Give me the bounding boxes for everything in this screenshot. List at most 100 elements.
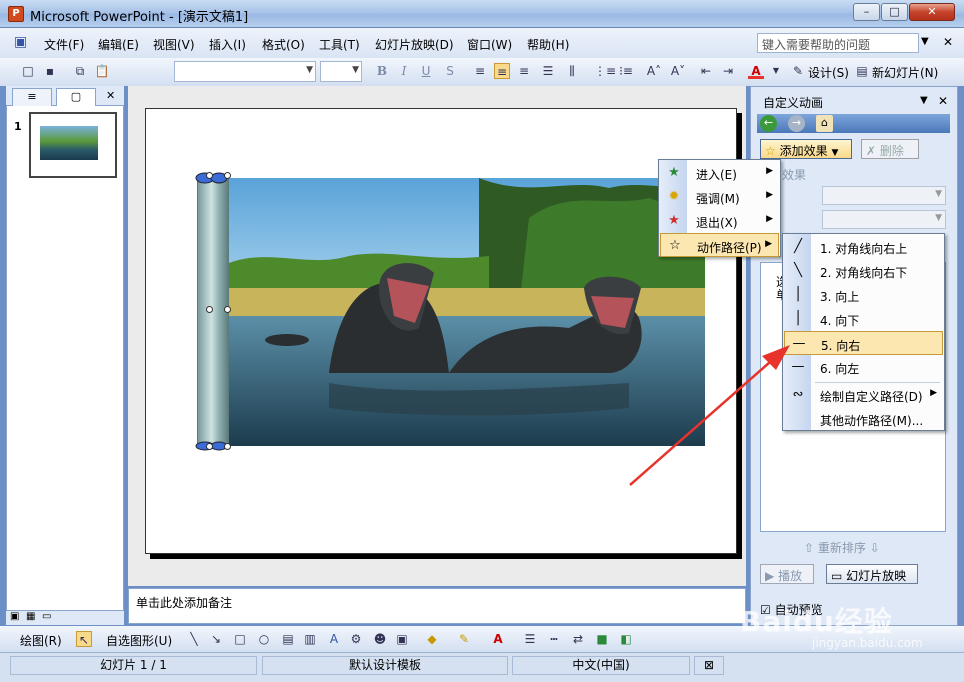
draw-menu-button[interactable]: 绘图(R) xyxy=(20,632,62,649)
clipart-icon[interactable]: ☻ xyxy=(372,631,388,647)
textbox-icon[interactable]: ▤ xyxy=(280,631,296,647)
menu-item-more-paths[interactable]: 其他动作路径(M)... xyxy=(784,407,943,431)
design-button[interactable]: 设计(S) xyxy=(808,64,849,81)
vertical-textbox-icon[interactable]: ▥ xyxy=(302,631,318,647)
help-search-input[interactable]: 键入需要帮助的问题 xyxy=(757,33,919,53)
selection-handle[interactable] xyxy=(224,306,231,313)
menu-view[interactable]: 视图(V) xyxy=(153,36,195,53)
line-color-icon[interactable]: ✎ xyxy=(456,631,472,647)
chevron-down-icon[interactable]: ▼ xyxy=(920,95,928,106)
autoshapes-button[interactable]: 自选图形(U) xyxy=(106,632,172,649)
increase-indent-icon[interactable]: ⇥ xyxy=(720,63,736,79)
menu-item-right[interactable]: — 5. 向右 xyxy=(784,331,943,355)
selection-handle[interactable] xyxy=(206,306,213,313)
3d-style-icon[interactable]: ◧ xyxy=(618,631,634,647)
menu-help[interactable]: 帮助(H) xyxy=(527,36,569,53)
close-button[interactable]: ✕ xyxy=(909,3,955,21)
menu-item-left[interactable]: — 6. 向左 xyxy=(784,355,943,379)
select-cursor-icon[interactable]: ↖ xyxy=(76,631,92,647)
fill-color-icon[interactable]: ◆ xyxy=(424,631,440,647)
tab-outline[interactable]: ≡ xyxy=(12,88,52,106)
align-right-icon[interactable]: ≡ xyxy=(516,63,532,79)
distribute-icon[interactable]: ⫼ xyxy=(564,63,580,79)
align-center-icon[interactable]: ≡ xyxy=(494,63,510,79)
chevron-down-icon[interactable]: ▼ xyxy=(768,63,784,79)
slide-thumbnail[interactable] xyxy=(29,112,117,178)
slideshow-button[interactable]: ▭ 幻灯片放映 xyxy=(826,564,918,584)
arrow-style-icon[interactable]: ⇄ xyxy=(570,631,586,647)
menu-insert[interactable]: 插入(I) xyxy=(209,36,246,53)
selection-handle[interactable] xyxy=(206,443,213,450)
home-icon[interactable]: ⌂ xyxy=(816,115,833,132)
font-color-button[interactable]: A xyxy=(748,63,764,79)
close-icon[interactable]: ✕ xyxy=(106,89,115,102)
close-icon[interactable]: ✕ xyxy=(938,94,948,108)
menu-item-exit[interactable]: ★ 退出(X) ▶ xyxy=(660,209,779,233)
menu-edit[interactable]: 编辑(E) xyxy=(98,36,139,53)
rectangle-icon[interactable]: □ xyxy=(232,631,248,647)
menu-item-up[interactable]: │ 3. 向上 xyxy=(784,283,943,307)
align-left-icon[interactable]: ≡ xyxy=(472,63,488,79)
property-combo[interactable]: ▼ xyxy=(822,210,946,229)
justify-icon[interactable]: ☰ xyxy=(540,63,556,79)
menu-item-emphasis[interactable]: ✹ 强调(M) ▶ xyxy=(660,185,779,209)
hippo-photo[interactable] xyxy=(229,178,705,446)
line-style-icon[interactable]: ☰ xyxy=(522,631,538,647)
menu-file[interactable]: 文件(F) xyxy=(44,36,84,53)
forward-icon[interactable]: → xyxy=(788,115,805,132)
spellcheck-icon[interactable]: ⊠ xyxy=(694,656,724,675)
selection-handle[interactable] xyxy=(206,172,213,179)
menu-format[interactable]: 格式(O) xyxy=(262,36,305,53)
shadow-button[interactable]: S xyxy=(442,63,458,79)
add-effect-button[interactable]: ☆ 添加效果 ▼ xyxy=(760,139,852,159)
start-combo[interactable]: ▼ xyxy=(822,186,946,205)
underline-button[interactable]: U xyxy=(418,63,434,79)
copy-icon[interactable]: ⧉ xyxy=(72,63,88,79)
selection-handle[interactable] xyxy=(224,443,231,450)
shadow-style-icon[interactable]: ■ xyxy=(594,631,610,647)
normal-view-icon[interactable]: ▣ xyxy=(10,611,19,622)
numbering-icon[interactable]: ⋮≡ xyxy=(594,63,616,79)
new-slide-button[interactable]: 新幻灯片(N) xyxy=(872,64,938,81)
new-icon[interactable]: □ xyxy=(20,63,36,79)
move-down-icon[interactable]: ⇩ xyxy=(870,541,880,555)
menu-slideshow[interactable]: 幻灯片放映(D) xyxy=(375,36,454,53)
save-icon[interactable]: ▪ xyxy=(42,63,58,79)
font-size-combo[interactable]: ▼ xyxy=(320,61,362,82)
menu-tools[interactable]: 工具(T) xyxy=(319,36,360,53)
move-up-icon[interactable]: ⇧ xyxy=(804,541,814,555)
minimize-button[interactable]: – xyxy=(853,3,880,21)
tab-slides[interactable]: ▢ xyxy=(56,88,96,106)
sorter-view-icon[interactable]: ▦ xyxy=(26,611,35,622)
menu-item-down[interactable]: │ 4. 向下 xyxy=(784,307,943,331)
menu-item-motion-path[interactable]: ☆ 动作路径(P) ▶ xyxy=(660,233,779,257)
powerpoint-app-icon[interactable]: P xyxy=(8,6,24,22)
menu-item-custom-path[interactable]: ∾ 绘制自定义路径(D) ▶ xyxy=(784,383,943,407)
oval-icon[interactable]: ○ xyxy=(256,631,272,647)
decrease-indent-icon[interactable]: ⇤ xyxy=(698,63,714,79)
back-icon[interactable]: ← xyxy=(760,115,777,132)
arrow-icon[interactable]: ↘ xyxy=(208,631,224,647)
menu-item-entrance[interactable]: ★ 进入(E) ▶ xyxy=(660,161,779,185)
selection-handle[interactable] xyxy=(224,172,231,179)
paste-icon[interactable]: 📋 xyxy=(94,63,110,79)
increase-font-icon[interactable]: A˄ xyxy=(646,63,662,79)
doc-icon[interactable]: ▣ xyxy=(14,34,27,50)
chevron-down-icon[interactable]: ▼ xyxy=(921,36,929,47)
picture-icon[interactable]: ▣ xyxy=(394,631,410,647)
diagram-icon[interactable]: ⚙ xyxy=(348,631,364,647)
maximize-button[interactable]: □ xyxy=(881,3,908,21)
slideshow-view-icon[interactable]: ▭ xyxy=(42,611,51,622)
bullets-icon[interactable]: ⁝≡ xyxy=(618,63,634,79)
wordart-icon[interactable]: A xyxy=(326,631,342,647)
decrease-font-icon[interactable]: A˅ xyxy=(670,63,686,79)
font-name-combo[interactable]: ▼ xyxy=(174,61,316,82)
close-doc-icon[interactable]: ✕ xyxy=(943,35,953,49)
font-color-icon[interactable]: A xyxy=(490,631,506,647)
line-icon[interactable]: ╲ xyxy=(186,631,202,647)
menu-item-diagonal-up[interactable]: ╱ 1. 对角线向右上 xyxy=(784,235,943,259)
italic-button[interactable]: I xyxy=(396,63,412,79)
dash-style-icon[interactable]: ┅ xyxy=(546,631,562,647)
menu-window[interactable]: 窗口(W) xyxy=(467,36,512,53)
menu-item-diagonal-down[interactable]: ╲ 2. 对角线向右下 xyxy=(784,259,943,283)
